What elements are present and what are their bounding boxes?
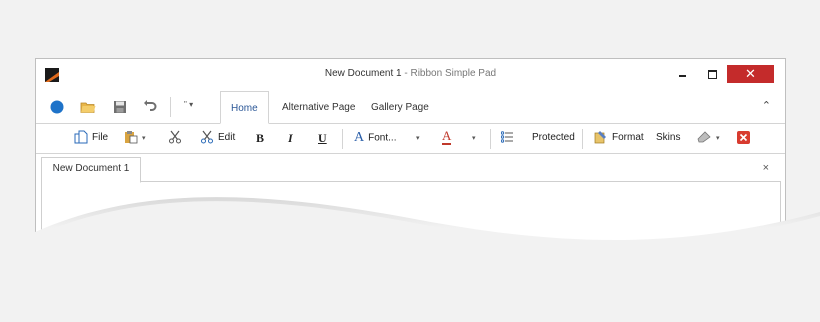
edit-button[interactable]: Edit — [200, 129, 235, 147]
new-file-icon — [74, 130, 88, 144]
scissors-icon — [169, 130, 181, 144]
font-color-icon: A — [442, 128, 452, 145]
paste-icon — [125, 131, 138, 144]
minimize-button[interactable] — [668, 65, 696, 83]
title-bar: New Document 1 - Ribbon Simple Pad ✕ — [36, 59, 785, 89]
quick-access-dropdown-icon[interactable]: " ▾ — [184, 100, 193, 109]
font-color-button[interactable]: A — [442, 128, 452, 147]
maximize-button[interactable] — [698, 65, 726, 83]
ribbon-separator — [342, 129, 343, 149]
format-painter-icon — [594, 131, 606, 144]
document-close-icon[interactable]: × — [763, 162, 769, 174]
font-dropdown-icon[interactable]: ▾ — [416, 129, 420, 147]
font-color-dropdown-icon[interactable]: ▾ — [472, 129, 476, 147]
document-tab-strip: New Document 1 × — [41, 155, 781, 183]
font-button[interactable]: A Font... — [354, 129, 396, 147]
save-icon[interactable] — [112, 99, 128, 115]
torn-page-wave — [0, 197, 820, 322]
paste-dropdown-icon[interactable]: ▾ — [142, 135, 146, 142]
file-button[interactable]: File — [74, 129, 108, 147]
list-button[interactable] — [501, 129, 517, 147]
close-icon: ✕ — [745, 66, 756, 81]
open-folder-icon[interactable] — [80, 99, 96, 115]
font-button-label: Font... — [368, 132, 397, 144]
ribbon-separator — [582, 129, 583, 149]
protected-button[interactable]: Protected — [532, 129, 575, 147]
undo-icon[interactable] — [142, 99, 158, 115]
eraser-icon — [697, 131, 711, 143]
close-button[interactable]: ✕ — [727, 65, 774, 83]
document-tab[interactable]: New Document 1 — [41, 157, 141, 183]
edit-button-label: Edit — [218, 132, 236, 143]
delete-button[interactable] — [737, 129, 750, 147]
italic-button[interactable]: I — [288, 129, 293, 147]
format-button[interactable]: Format — [594, 129, 644, 147]
bold-button[interactable]: B — [256, 129, 264, 147]
cut-button[interactable] — [168, 129, 186, 147]
eraser-button[interactable]: ▾ — [696, 129, 720, 147]
font-icon: A — [354, 130, 365, 145]
ribbon-separator — [490, 129, 491, 149]
document-title-text: New Document 1 — [324, 68, 402, 79]
maximize-icon — [707, 69, 717, 79]
app-menu-icon[interactable] — [49, 99, 65, 115]
eraser-dropdown-icon[interactable]: ▾ — [716, 135, 720, 142]
ribbon-home-group: File ▾ Edit B I U A Font... ▾ A ▾ Protec… — [36, 123, 785, 154]
skins-button[interactable]: Skins — [656, 129, 680, 147]
file-button-label: File — [92, 132, 109, 143]
qat-separator — [170, 97, 171, 117]
delete-icon — [737, 130, 750, 144]
format-button-label: Format — [612, 132, 644, 143]
collapse-ribbon-icon[interactable]: ⌃ — [762, 99, 771, 112]
underline-button[interactable]: U — [318, 129, 327, 147]
minimize-icon — [678, 75, 686, 78]
edit-scissors-icon — [201, 130, 213, 144]
paste-button[interactable]: ▾ — [124, 129, 146, 147]
list-icon — [501, 131, 513, 144]
app-name-text: - Ribbon Simple Pad — [401, 68, 497, 79]
quick-access-toolbar: " ▾ — [36, 89, 785, 123]
